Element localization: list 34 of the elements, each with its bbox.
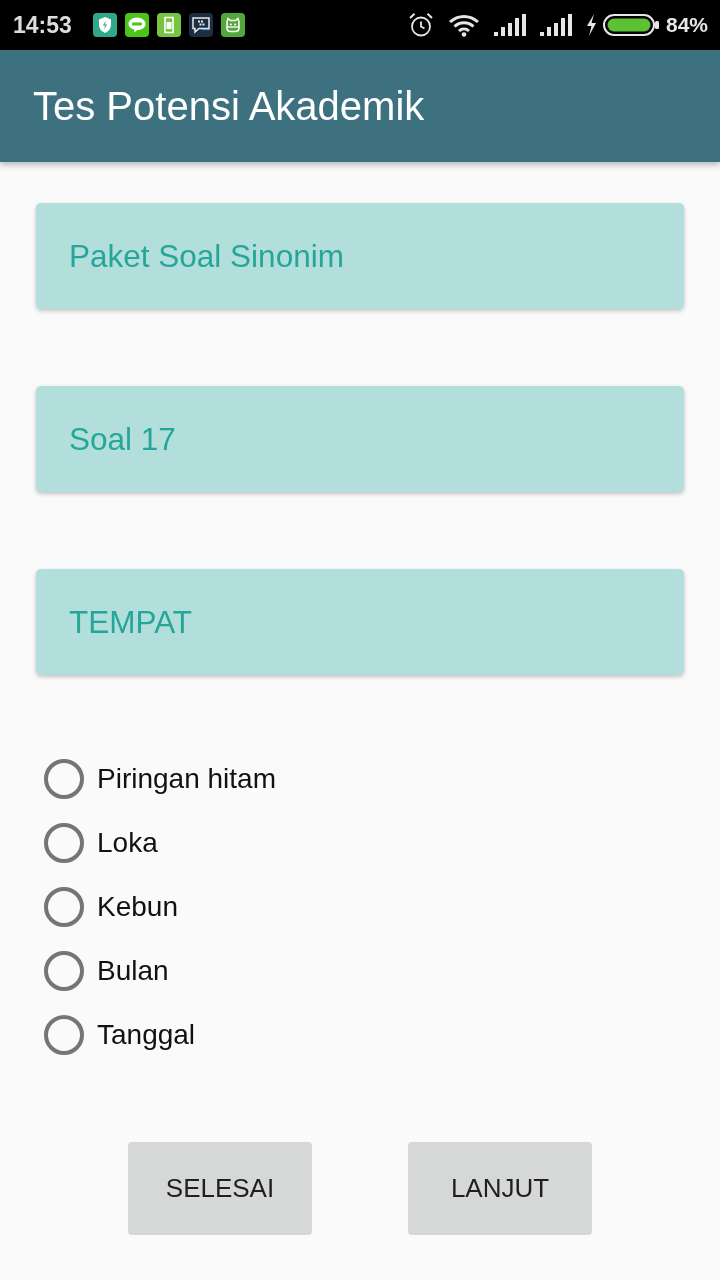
- option-label: Kebun: [97, 891, 178, 923]
- option-label: Piringan hitam: [97, 763, 276, 795]
- clock-time: 14:53: [13, 11, 72, 39]
- answer-option[interactable]: Bulan: [36, 939, 684, 1003]
- wifi-icon: [447, 13, 480, 37]
- charging-bolt-icon: [585, 14, 597, 36]
- option-label: Loka: [97, 827, 158, 859]
- message-icon: [188, 13, 213, 37]
- battery-percent: 84%: [665, 13, 708, 37]
- option-label: Tanggal: [97, 1019, 196, 1051]
- radio-button-icon[interactable]: [44, 887, 84, 927]
- answer-option[interactable]: Kebun: [36, 875, 684, 939]
- option-label: Bulan: [97, 955, 169, 987]
- radio-button-icon[interactable]: [44, 759, 84, 799]
- radio-button-icon[interactable]: [44, 823, 84, 863]
- radio-button-icon[interactable]: [44, 1015, 84, 1055]
- info-card: Paket Soal Sinonim: [36, 203, 684, 309]
- answer-option[interactable]: Piringan hitam: [36, 747, 684, 811]
- info-card: TEMPAT: [36, 569, 684, 675]
- alarm-clock-icon: [407, 12, 434, 38]
- answer-option[interactable]: Loka: [36, 811, 684, 875]
- action-button[interactable]: SELESAI: [128, 1142, 312, 1235]
- radio-button-icon[interactable]: [44, 951, 84, 991]
- app-title: Tes Potensi Akademik: [33, 83, 425, 129]
- sim-card-icon: [156, 13, 181, 37]
- signal-icon: [493, 14, 526, 36]
- action-button[interactable]: LANJUT: [408, 1142, 592, 1235]
- battery-icon: [602, 14, 659, 36]
- shield-icon: [92, 13, 117, 37]
- robot-face-icon: [220, 13, 245, 37]
- info-card: Soal 17: [36, 386, 684, 492]
- answer-option[interactable]: Tanggal: [36, 1003, 684, 1067]
- chat-bubble-icon: [124, 13, 149, 37]
- signal-icon: [539, 14, 572, 36]
